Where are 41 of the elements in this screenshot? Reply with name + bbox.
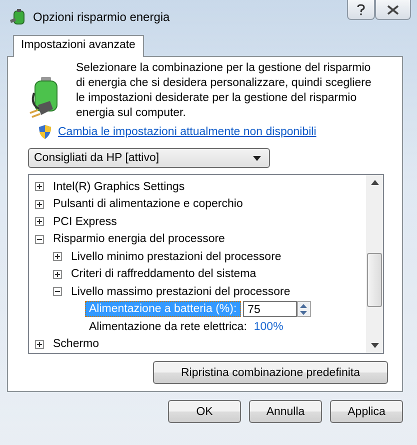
- tree-item[interactable]: Schermo: [53, 338, 100, 350]
- expand-icon[interactable]: [35, 200, 44, 209]
- restore-defaults-button[interactable]: Ripristina combinazione predefinita: [153, 361, 388, 384]
- tab[interactable]: Impostazioni avanzate: [13, 35, 144, 57]
- expand-icon[interactable]: [35, 340, 44, 349]
- tree-item[interactable]: PCI Express: [53, 216, 117, 228]
- battery-plug-icon: [9, 8, 27, 26]
- expand-icon[interactable]: [35, 182, 44, 192]
- close-icon: [387, 4, 399, 14]
- cancel-button[interactable]: Annulla: [249, 400, 322, 423]
- scrollbar-thumb[interactable]: [367, 253, 382, 307]
- value-field[interactable]: 75: [242, 301, 297, 318]
- tree-item[interactable]: Intel(R) Graphics Settings: [53, 180, 185, 193]
- dropdown-value: Consigliati da HP [attivo]: [34, 152, 160, 164]
- scrollbar[interactable]: [366, 175, 383, 353]
- expand-icon[interactable]: [53, 252, 62, 262]
- scroll-down-icon[interactable]: [370, 343, 378, 348]
- setting-label[interactable]: Alimentazione da rete elettrica:: [85, 318, 251, 335]
- description-text: Selezionare la combinazione per la gestione del risparmio di energia che si desidera personalizzare, quindi scegliere le impostazioni desiderate per la gestione del risparmio energia sul computer.: [76, 61, 372, 121]
- expand-icon[interactable]: [35, 217, 44, 226]
- tree-item[interactable]: Livello minimo prestazioni del processore: [71, 250, 282, 263]
- apply-button[interactable]: Applica: [330, 400, 403, 423]
- collapse-icon[interactable]: [35, 234, 44, 244]
- change-settings-link[interactable]: Cambia le impostazioni attualmente non disponibili: [58, 126, 316, 138]
- spin-buttons[interactable]: [296, 301, 311, 318]
- tree-item[interactable]: Criteri di raffreddamento del sistema: [71, 268, 256, 280]
- tree-item[interactable]: Livello massimo prestazioni del processore: [71, 286, 290, 298]
- ok-button[interactable]: OK: [168, 400, 241, 423]
- scroll-up-icon[interactable]: [370, 180, 378, 185]
- tree-item[interactable]: Pulsanti di alimentazione e coperchio: [53, 198, 243, 210]
- collapse-icon[interactable]: [53, 287, 62, 296]
- caret-icon: [253, 156, 261, 160]
- plan-dropdown[interactable]: Consigliati da HP [attivo]: [28, 148, 270, 168]
- help-icon: [356, 4, 366, 16]
- close-button[interactable]: [375, 0, 411, 20]
- tree-item[interactable]: Risparmio energia del processore: [53, 233, 225, 246]
- expand-icon[interactable]: [53, 270, 62, 279]
- help-button[interactable]: [347, 0, 375, 20]
- window-title: Opzioni risparmio energia: [33, 10, 170, 24]
- shield-icon: [37, 124, 53, 140]
- setting-value[interactable]: 100%: [254, 320, 284, 333]
